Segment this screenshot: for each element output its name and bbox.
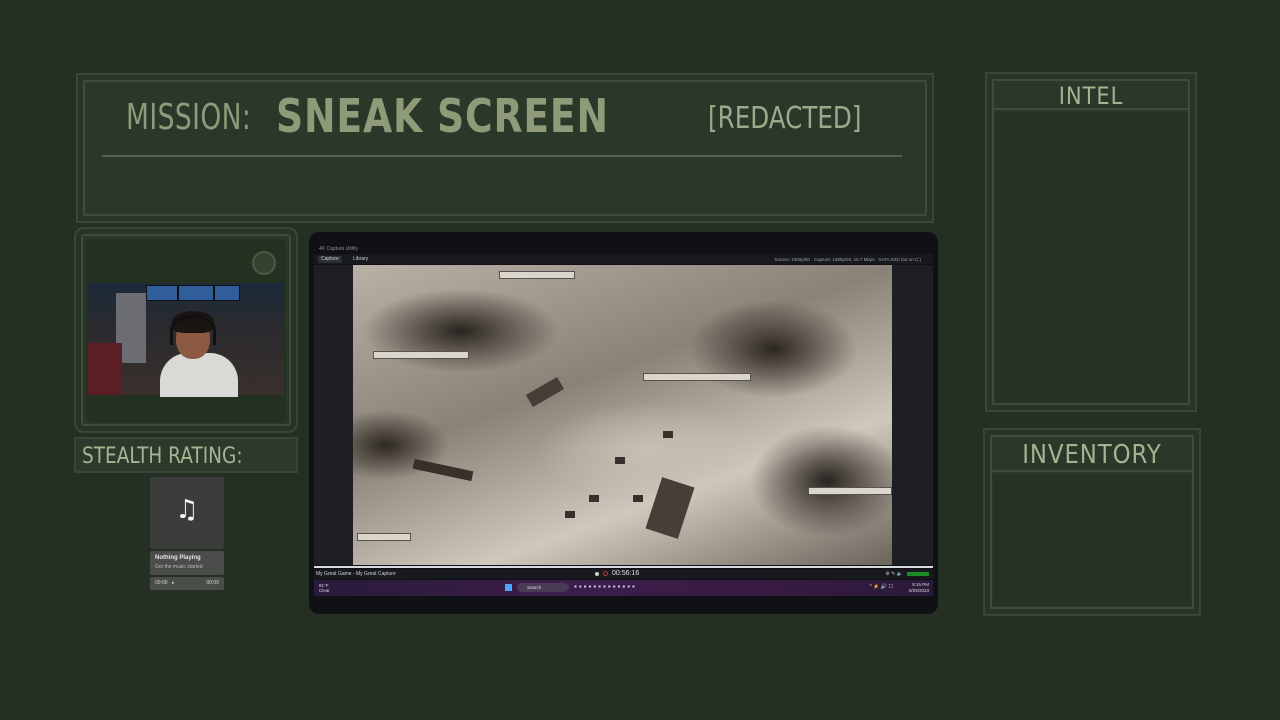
mission-name: SNEAK SCREEN bbox=[276, 89, 609, 143]
weather-widget[interactable]: 81°F Clear bbox=[319, 583, 330, 593]
video-viewer[interactable] bbox=[314, 265, 933, 565]
photo-label bbox=[373, 351, 469, 359]
webcam-indicator-icon bbox=[252, 251, 276, 275]
play-icon[interactable]: ▸ bbox=[172, 580, 175, 586]
bus-shape bbox=[525, 376, 565, 408]
inventory-panel: INVENTORY bbox=[983, 428, 1201, 616]
photo-label bbox=[808, 487, 892, 495]
album-art: ♫ bbox=[150, 477, 224, 549]
inventory-body bbox=[993, 474, 1191, 606]
track-title: Nothing Playing bbox=[155, 555, 201, 561]
inventory-divider bbox=[991, 470, 1193, 472]
mission-status: [REDACTED] bbox=[708, 101, 862, 136]
headset-shape bbox=[170, 315, 216, 345]
intel-divider bbox=[993, 108, 1189, 110]
vehicle-row-shape bbox=[412, 458, 474, 482]
track-info: Nothing Playing Get the music started bbox=[150, 551, 224, 575]
mission-panel: MISSION: SNEAK SCREEN [REDACTED] bbox=[76, 73, 934, 223]
source-stat: Source: 1080p/60 bbox=[774, 257, 811, 262]
vehicle-shape bbox=[633, 495, 643, 502]
music-note-icon: ♫ bbox=[175, 495, 199, 525]
capture-name: My Great Game - My Great Capture bbox=[316, 571, 396, 577]
app-toolbar: Capture Library Source: 1080p/60 Capture… bbox=[314, 254, 933, 264]
clock-date: 8/29/2023 bbox=[908, 588, 929, 593]
time-total: 00:00 bbox=[206, 580, 219, 586]
music-widget: ♫ Nothing Playing Get the music started … bbox=[150, 477, 224, 591]
capture-stats: Source: 1080p/60 Capture: 1080p/60, 16.7… bbox=[775, 257, 921, 262]
monitor-shape bbox=[146, 285, 178, 301]
inventory-title: INVENTORY bbox=[1022, 440, 1162, 470]
stealth-rating-label: STEALTH RATING: bbox=[82, 444, 243, 469]
audio-meter bbox=[907, 572, 929, 576]
taskbar-clock[interactable]: 8:15 PM 8/29/2023 bbox=[909, 582, 929, 594]
app-window-title: 4K Capture Utility bbox=[319, 246, 358, 252]
monitor-shape bbox=[214, 285, 240, 301]
tab-capture[interactable]: Capture bbox=[318, 256, 342, 263]
capture-stat: Capture: 1080p/60, 16.7 Mbps bbox=[813, 257, 875, 262]
taskbar-search[interactable]: Search bbox=[517, 583, 569, 592]
vehicle-shape bbox=[615, 457, 625, 464]
pinned-apps-icon[interactable]: ▪▪▪▪▪▪▪▪▪▪▪▪▪ bbox=[574, 582, 637, 591]
start-icon[interactable] bbox=[505, 584, 512, 591]
chair-shape bbox=[88, 343, 122, 395]
video-progress-bar[interactable] bbox=[314, 566, 933, 568]
person-body bbox=[160, 353, 238, 397]
intel-title: INTEL bbox=[1058, 82, 1124, 110]
disk-stat: SATA SSD (tot on C:) bbox=[878, 257, 921, 262]
capture-status-bar: My Great Game - My Great Capture 00:56:1… bbox=[314, 569, 933, 579]
system-tray-icon[interactable]: ^ ⚡ 🔊 ☐ bbox=[870, 584, 893, 590]
webcam-container bbox=[86, 239, 286, 423]
screen-share: 4K Capture Utility Capture Library Sourc… bbox=[309, 232, 938, 614]
mission-label: MISSION: bbox=[126, 97, 252, 138]
tab-library[interactable]: Library bbox=[350, 256, 371, 263]
video-progress-fill bbox=[314, 566, 933, 568]
vehicle-shape bbox=[565, 511, 575, 518]
intel-body bbox=[995, 112, 1187, 402]
aerial-photo bbox=[353, 265, 892, 565]
playback-bar: 00:00 ▸ 00:00 bbox=[150, 577, 224, 590]
record-icon[interactable] bbox=[595, 572, 599, 576]
volume-icon[interactable]: ⚙ ✎ 🔈 bbox=[885, 571, 903, 577]
search-label: Search bbox=[527, 585, 542, 590]
webcam-frame bbox=[74, 227, 298, 433]
mission-divider bbox=[102, 155, 902, 157]
stop-record-icon[interactable] bbox=[603, 571, 608, 576]
vehicle-shape bbox=[589, 495, 599, 502]
capture-timer: 00:56:16 bbox=[612, 570, 640, 577]
track-subtitle: Get the music started bbox=[155, 564, 203, 570]
photo-label bbox=[357, 533, 411, 541]
photo-label bbox=[499, 271, 575, 279]
stealth-rating-bar: STEALTH RATING: bbox=[74, 437, 298, 473]
time-current: 00:00 bbox=[155, 580, 168, 586]
intel-panel: INTEL bbox=[985, 72, 1197, 412]
monitor-shape bbox=[178, 285, 214, 301]
weather-desc: Clear bbox=[319, 588, 330, 593]
vehicle-shape bbox=[663, 431, 673, 438]
webcam-feed bbox=[88, 283, 284, 397]
os-taskbar: 81°F Clear Search ▪▪▪▪▪▪▪▪▪▪▪▪▪ ^ ⚡ 🔊 ☐ … bbox=[314, 580, 933, 596]
photo-label bbox=[643, 373, 751, 381]
building-shape bbox=[645, 477, 695, 539]
